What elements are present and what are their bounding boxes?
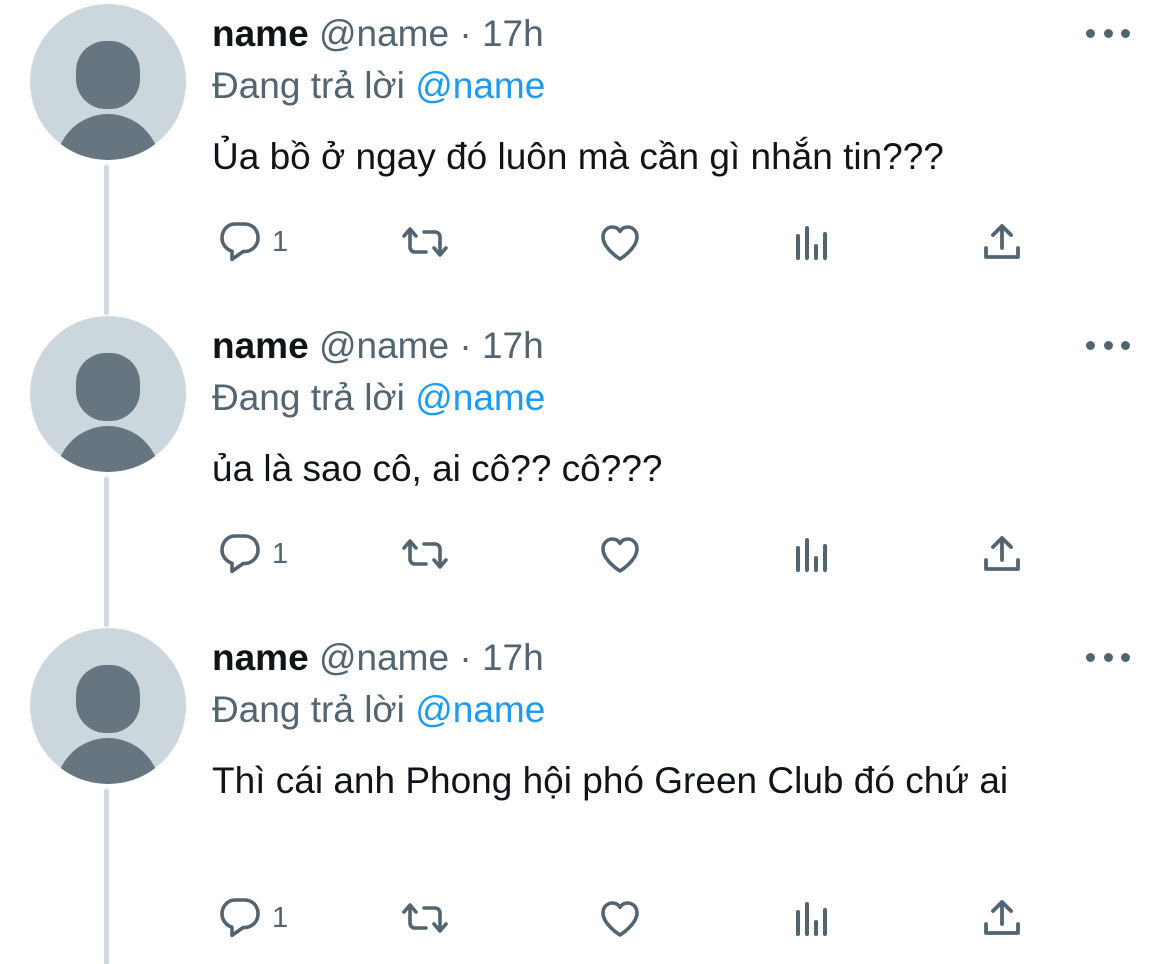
default-avatar-icon[interactable]: [30, 4, 186, 160]
analytics-icon: [796, 902, 827, 936]
default-avatar-icon[interactable]: [30, 316, 186, 472]
replying-to-prefix: Đang trả lời: [212, 377, 405, 418]
retweet-button[interactable]: [398, 529, 452, 579]
like-icon: [601, 537, 639, 573]
share-button[interactable]: [978, 529, 1026, 579]
tweet[interactable]: name @name · 17h Đang trả lời @name ủa l…: [0, 312, 1170, 624]
retweet-icon: [402, 903, 448, 933]
tweet-text: Ủa bồ ở ngay đó luôn mà cần gì nhắn tin?…: [212, 136, 944, 177]
replying-to: Đang trả lời @name: [212, 64, 545, 108]
avatar-head: [76, 41, 140, 109]
retweet-icon: [402, 227, 448, 257]
tweet-actions: 1: [212, 529, 1042, 579]
replying-to-mention[interactable]: @name: [415, 65, 545, 106]
reply-icon: [220, 222, 260, 262]
reply-count: 1: [272, 901, 289, 934]
views-button[interactable]: [788, 893, 836, 943]
reply-count: 1: [272, 225, 289, 258]
avatar-shoulders: [56, 114, 160, 160]
timestamp[interactable]: 17h: [482, 13, 544, 54]
avatar-shoulders: [56, 426, 160, 472]
avatar-shoulders: [56, 738, 160, 784]
reply-icon: [220, 898, 260, 938]
like-icon: [601, 901, 639, 937]
tweet[interactable]: name @name · 17h Đang trả lời @name Thì …: [0, 624, 1170, 964]
more-icon[interactable]: [1086, 338, 1130, 352]
retweet-icon: [402, 539, 448, 569]
reply-button[interactable]: 1: [216, 217, 288, 267]
tweet-actions: 1: [212, 217, 1042, 267]
tweet-text: Thì cái anh Phong hội phó Green Club đó …: [212, 760, 1009, 801]
share-button[interactable]: [978, 217, 1026, 267]
like-icon: [601, 225, 639, 261]
replying-to-prefix: Đang trả lời: [212, 689, 405, 730]
reply-count: 1: [272, 537, 289, 570]
views-button[interactable]: [788, 529, 836, 579]
timestamp[interactable]: 17h: [482, 325, 544, 366]
replying-to-mention[interactable]: @name: [415, 377, 545, 418]
like-button[interactable]: [596, 529, 644, 579]
analytics-icon: [796, 226, 827, 260]
reply-button[interactable]: 1: [216, 529, 288, 579]
default-avatar-icon[interactable]: [30, 628, 186, 784]
more-icon[interactable]: [1086, 26, 1130, 40]
replying-to: Đang trả lời @name: [212, 376, 545, 420]
display-name[interactable]: name: [212, 325, 309, 366]
avatar-head: [76, 353, 140, 421]
like-button[interactable]: [596, 893, 644, 943]
separator-dot: ·: [459, 13, 472, 54]
tweet-header: name @name · 17h: [212, 636, 544, 680]
replying-to-mention[interactable]: @name: [415, 689, 545, 730]
reply-button[interactable]: 1: [216, 893, 288, 943]
views-button[interactable]: [788, 217, 836, 267]
user-handle[interactable]: @name: [319, 637, 449, 678]
user-handle[interactable]: @name: [319, 13, 449, 54]
share-icon: [984, 536, 1020, 571]
tweet-header: name @name · 17h: [212, 324, 544, 368]
tweet[interactable]: name @name · 17h Đang trả lời @name Ủa b…: [0, 0, 1170, 312]
share-icon: [984, 224, 1020, 259]
display-name[interactable]: name: [212, 13, 309, 54]
share-icon: [984, 900, 1020, 935]
separator-dot: ·: [459, 637, 472, 678]
separator-dot: ·: [459, 325, 472, 366]
display-name[interactable]: name: [212, 637, 309, 678]
analytics-icon: [796, 538, 827, 572]
retweet-button[interactable]: [398, 217, 452, 267]
avatar-head: [76, 665, 140, 733]
like-button[interactable]: [596, 217, 644, 267]
tweet-text: ủa là sao cô, ai cô?? cô???: [212, 448, 663, 489]
user-handle[interactable]: @name: [319, 325, 449, 366]
timestamp[interactable]: 17h: [482, 637, 544, 678]
retweet-button[interactable]: [398, 893, 452, 943]
tweet-header: name @name · 17h: [212, 12, 544, 56]
replying-to-prefix: Đang trả lời: [212, 65, 405, 106]
more-icon[interactable]: [1086, 650, 1130, 664]
tweet-actions: 1: [212, 893, 1042, 943]
share-button[interactable]: [978, 893, 1026, 943]
reply-icon: [220, 534, 260, 574]
replying-to: Đang trả lời @name: [212, 688, 545, 732]
